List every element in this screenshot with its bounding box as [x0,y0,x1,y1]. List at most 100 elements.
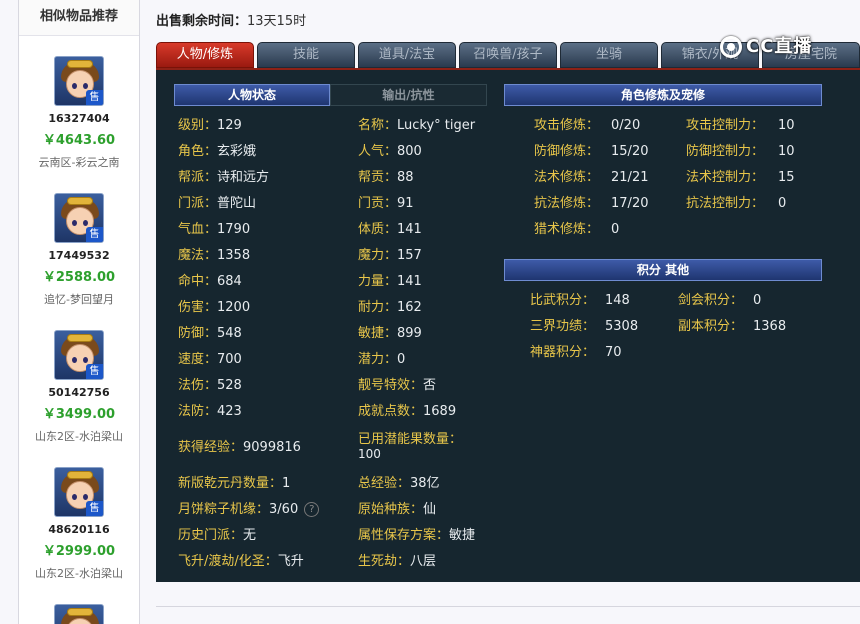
section-header-cultivation: 角色修炼及宠修 [504,84,822,106]
rec-item-id: 48620116 [48,523,110,536]
status-left-row: 门派：普陀山 [178,192,256,211]
cultivation-left-label: 法术修炼： [534,170,600,185]
status-right-label: 总经验： [358,476,411,491]
rec-item[interactable]: 售 50142756 ￥3499.00 山东2区-水泊梁山 [19,330,139,444]
tab-summons[interactable]: 召唤兽/孩子 [459,42,557,68]
cultivation-left-label: 猎术修炼： [534,222,600,237]
cultivation-right-value: 15 [778,170,795,185]
status-right-row: 力量：141 [358,270,422,289]
status-right-value: 91 [397,196,414,211]
status-left-label: 门派： [178,196,218,211]
status-left-value: 548 [217,326,242,341]
cultivation-right-label: 法术控制力： [686,170,765,185]
cultivation-left-row: 猎术修炼： 0 [534,218,619,237]
status-right-value: Lucky° tiger [397,118,476,133]
rec-item-price: ￥2999.00 [42,544,116,559]
cultivation-right-label: 抗法控制力： [686,196,765,211]
status-right-row: 潜力：0 [358,348,405,367]
status-left-value: 528 [217,378,242,393]
status-right-row: 敏捷：899 [358,322,422,341]
rec-item[interactable]: 售 17449532 ￥2588.00 追忆-梦回望月 [19,193,139,307]
status-right-label: 帮贡： [358,170,398,185]
character-panel: 人物状态 输出/抗性 角色修炼及宠修 积分 其他 级别：129 角色：玄彩娥 帮派：… [156,68,860,582]
points-right-row: 剑会积分： 0 [678,289,761,308]
cc-live-logo: CC直播 [720,34,860,60]
points-left-row: 神器积分： 70 [530,341,622,360]
section-header-status[interactable]: 人物状态 [174,84,330,106]
status-left-label: 月饼粽子机缘： [178,502,270,517]
character-avatar[interactable]: 售 [54,330,104,380]
status-left-label: 飞升/渡劫/化圣： [178,554,278,569]
character-avatar[interactable]: 售 [54,56,104,106]
status-right-value: 162 [397,300,422,315]
sell-badge: 售 [86,364,103,379]
rec-item[interactable]: 售 48620116 ￥2999.00 山东2区-水泊梁山 [19,467,139,581]
status-right-label: 靓号特效： [358,378,424,393]
character-avatar[interactable]: 售 [54,467,104,517]
cultivation-left-label: 抗法修炼： [534,196,600,211]
status-right-label: 门贡： [358,196,398,211]
status-left-value: 129 [217,118,242,133]
rec-item-server: 追忆-梦回望月 [44,293,114,306]
status-right-label: 力量： [358,274,398,289]
status-right-label: 已用潜能果数量： [358,432,463,447]
cultivation-right-value: 0 [778,196,787,211]
tab-character[interactable]: 人物/修炼 [156,42,254,68]
status-right-value: 141 [397,222,422,237]
status-right-label: 耐力： [358,300,398,315]
status-left-row: 历史门派：无 [178,524,256,543]
rec-item[interactable] [19,604,139,624]
cultivation-left-value: 15/20 [611,144,649,159]
status-right-label: 敏捷： [358,326,398,341]
character-avatar[interactable] [54,604,104,624]
tab-skills[interactable]: 技能 [257,42,355,68]
cultivation-right-value: 10 [778,118,795,133]
time-label: 出售剩余时间： [156,14,248,29]
status-right-value: 88 [397,170,414,185]
cultivation-left-value: 0/20 [611,118,641,133]
status-left-value: 玄彩娥 [217,144,257,159]
character-avatar[interactable]: 售 [54,193,104,243]
points-right-label: 副本积分： [678,319,744,334]
status-right-label: 魔力： [358,248,398,263]
cultivation-left-row: 防御修炼： 15/20 [534,140,648,159]
status-left-value: 700 [217,352,242,367]
status-right-row: 帮贡：88 [358,166,414,185]
status-left-row: 飞升/渡劫/化圣：飞升 [178,550,304,569]
points-right-label: 剑会积分： [678,293,744,308]
status-right-row: 人气：800 [358,140,422,159]
rec-item-price: ￥3499.00 [42,407,116,422]
status-right-value: 0 [397,352,406,367]
status-left-row: 法伤：528 [178,374,242,393]
status-left-row: 月饼粽子机缘：3/60? [178,498,320,517]
rec-item-server: 云南区-彩云之南 [38,156,120,169]
status-right-label: 人气： [358,144,398,159]
status-right-row: 原始种族：仙 [358,498,436,517]
rec-item-server: 山东2区-水泊梁山 [35,567,123,580]
rec-item[interactable]: 售 16327404 ￥4643.60 云南区-彩云之南 [19,56,139,170]
points-left-row: 三界功绩： 5308 [530,315,638,334]
tab-output-resistance[interactable]: 输出/抗性 [330,84,487,106]
cultivation-left-label: 攻击修炼： [534,118,600,133]
status-left-row: 魔法：1358 [178,244,250,263]
status-left-label: 获得经验： [178,440,244,455]
status-right-value: 八层 [410,554,437,569]
points-left-row: 比武积分： 148 [530,289,630,308]
help-icon[interactable]: ? [304,502,320,517]
status-left-value: 684 [217,274,242,289]
sale-remaining-time: 出售剩余时间：13天15时 [156,10,306,29]
status-left-value: 423 [217,404,242,419]
status-left-value: 飞升 [277,554,304,569]
sell-badge: 售 [86,501,103,516]
status-left-value: 1358 [217,248,251,263]
status-left-value: 9099816 [243,440,301,455]
status-left-label: 防御： [178,326,218,341]
status-left-label: 帮派： [178,170,218,185]
points-left-value: 148 [605,293,630,308]
cultivation-right-row: 法术控制力： 15 [686,166,795,185]
tab-mounts[interactable]: 坐骑 [560,42,658,68]
sell-badge: 售 [86,227,103,242]
sidebar-title: 相似物品推荐 [19,0,139,36]
tab-items[interactable]: 道具/法宝 [358,42,456,68]
status-left-value: 1200 [217,300,251,315]
